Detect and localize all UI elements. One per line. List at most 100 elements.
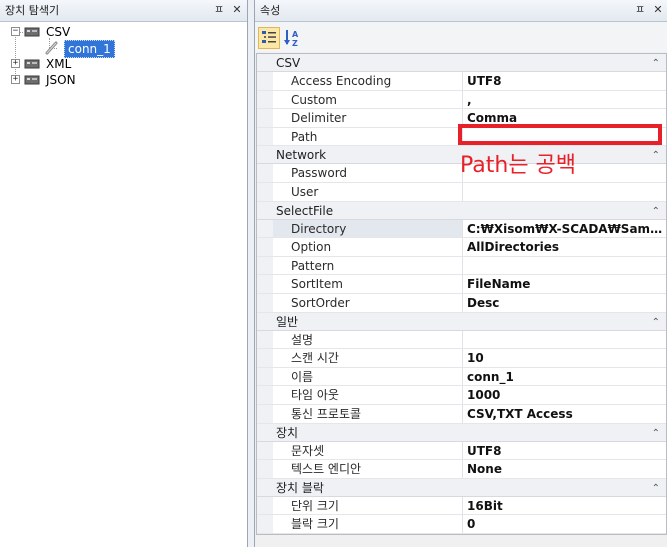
collapse-icon[interactable]: ⌃	[652, 55, 660, 73]
tree-node-csv[interactable]: − CSV	[4, 24, 204, 40]
property-value[interactable]: UTF8	[464, 442, 666, 460]
property-value[interactable]	[464, 183, 666, 201]
svg-text:Z: Z	[292, 39, 298, 48]
property-value[interactable]: C:₩Xisom₩X-SCADA₩Sampl...	[464, 220, 666, 238]
collapse-icon[interactable]: ⌃	[652, 314, 660, 332]
expand-icon[interactable]: +	[11, 75, 20, 84]
property-row[interactable]: 블락 크기 0	[257, 515, 666, 534]
category-label: 일반	[276, 314, 299, 329]
property-value[interactable]: 0	[464, 515, 666, 533]
close-icon[interactable]: ✕	[651, 3, 665, 17]
sort-az-icon: A Z	[284, 30, 299, 48]
collapse-icon[interactable]: −	[11, 27, 20, 36]
property-name: Directory	[273, 219, 463, 238]
row-gutter	[257, 330, 273, 349]
row-gutter	[257, 349, 273, 367]
property-row[interactable]: 텍스트 엔디안 None	[257, 460, 666, 479]
property-category[interactable]: 장치 블락 ⌃	[257, 478, 666, 498]
category-label: SelectFile	[276, 203, 334, 218]
property-row[interactable]: 문자셋 UTF8	[257, 441, 666, 461]
property-name: Delimiter	[273, 109, 463, 127]
row-gutter	[257, 293, 273, 312]
property-category[interactable]: CSV ⌃	[257, 54, 666, 72]
property-category[interactable]: 일반 ⌃	[257, 312, 666, 332]
property-name: Path	[273, 127, 463, 146]
pin-icon[interactable]: ㅍ	[633, 3, 647, 17]
annotation-text: Path는 공백	[460, 153, 577, 178]
row-gutter	[257, 496, 273, 515]
row-gutter	[257, 72, 273, 90]
collapse-icon[interactable]: ⌃	[652, 203, 660, 221]
expand-icon[interactable]: +	[11, 59, 20, 68]
tree-node-label: XML	[46, 57, 72, 71]
property-row[interactable]: 설명	[257, 330, 666, 350]
property-name: Option	[273, 238, 463, 256]
property-category[interactable]: SelectFile ⌃	[257, 201, 666, 221]
property-name: 블락 크기	[273, 515, 463, 533]
row-gutter	[257, 109, 273, 127]
device-explorer-panel: 장치 탐색기 ㅍ ✕ − CSV conn_1 + XML + JSON	[0, 0, 248, 547]
properties-toolbar: A Z	[255, 22, 667, 52]
app-root: 장치 탐색기 ㅍ ✕ − CSV conn_1 + XML + JSON 속성 …	[0, 0, 667, 547]
property-name: 통신 프로토콜	[273, 404, 463, 423]
device-icon	[24, 74, 40, 86]
property-name: SortOrder	[273, 293, 463, 312]
collapse-icon[interactable]: ⌃	[652, 480, 660, 498]
property-value[interactable]: UTF8	[464, 72, 666, 90]
property-row[interactable]: Custom,	[257, 90, 666, 110]
property-row[interactable]: SortItem FileName	[257, 275, 666, 294]
property-value[interactable]	[464, 331, 666, 349]
property-row[interactable]: Directory C:₩Xisom₩X-SCADA₩Sampl...	[257, 219, 666, 239]
property-row[interactable]: 스캔 시간 10	[257, 349, 666, 368]
row-gutter	[257, 404, 273, 423]
property-value[interactable]: None	[464, 460, 666, 478]
row-gutter	[257, 441, 273, 460]
property-category[interactable]: 장치 ⌃	[257, 423, 666, 443]
property-row[interactable]: SortOrder Desc	[257, 293, 666, 313]
tree-node-label: JSON	[46, 73, 76, 87]
property-value[interactable]	[464, 257, 666, 275]
property-value[interactable]: CSV,TXT Access	[464, 405, 666, 423]
pin-icon[interactable]: ㅍ	[212, 3, 226, 17]
row-gutter	[257, 219, 273, 238]
property-name: Custom	[273, 90, 463, 109]
close-icon[interactable]: ✕	[230, 3, 244, 17]
row-gutter	[257, 90, 273, 109]
property-row[interactable]: Access Encoding UTF8	[257, 72, 666, 91]
connection-icon	[44, 41, 60, 55]
tree-node-conn-1[interactable]: conn_1	[4, 40, 204, 58]
device-explorer-title: 장치 탐색기	[5, 4, 60, 17]
property-value[interactable]: conn_1	[464, 368, 666, 386]
device-tree: − CSV conn_1 + XML + JSON	[4, 24, 247, 547]
properties-title: 속성	[260, 4, 281, 17]
categorized-view-button[interactable]	[258, 27, 280, 49]
property-value[interactable]: AllDirectories	[464, 238, 666, 256]
svg-text:A: A	[292, 30, 299, 39]
collapse-icon[interactable]: ⌃	[652, 147, 660, 165]
properties-header: 속성 ㅍ ✕	[255, 0, 667, 22]
property-row[interactable]: Pattern	[257, 256, 666, 276]
property-name: 문자셋	[273, 441, 463, 460]
property-row[interactable]: Option AllDirectories	[257, 238, 666, 257]
tree-node-json[interactable]: + JSON	[4, 72, 204, 88]
property-value[interactable]: 16Bit	[464, 497, 666, 515]
property-row[interactable]: 통신 프로토콜 CSV,TXT Access	[257, 404, 666, 424]
property-value[interactable]: 1000	[464, 386, 666, 404]
property-value[interactable]: FileName	[464, 275, 666, 293]
alphabetical-sort-button[interactable]: A Z	[282, 27, 304, 49]
category-label: CSV	[276, 56, 301, 70]
property-value[interactable]: ,	[464, 91, 666, 109]
collapse-icon[interactable]: ⌃	[652, 425, 660, 443]
row-gutter	[257, 164, 273, 182]
property-row[interactable]: 이름 conn_1	[257, 367, 666, 387]
row-gutter	[257, 460, 273, 478]
property-name: Pattern	[273, 256, 463, 275]
tree-node-xml[interactable]: + XML	[4, 56, 204, 72]
property-value[interactable]: 10	[464, 349, 666, 367]
property-row[interactable]: 타임 아웃 1000	[257, 386, 666, 405]
property-row[interactable]: User	[257, 182, 666, 202]
property-value[interactable]: Desc	[464, 294, 666, 312]
category-label: 장치	[276, 425, 299, 440]
category-label: Network	[276, 148, 327, 163]
property-row[interactable]: 단위 크기 16Bit	[257, 496, 666, 516]
